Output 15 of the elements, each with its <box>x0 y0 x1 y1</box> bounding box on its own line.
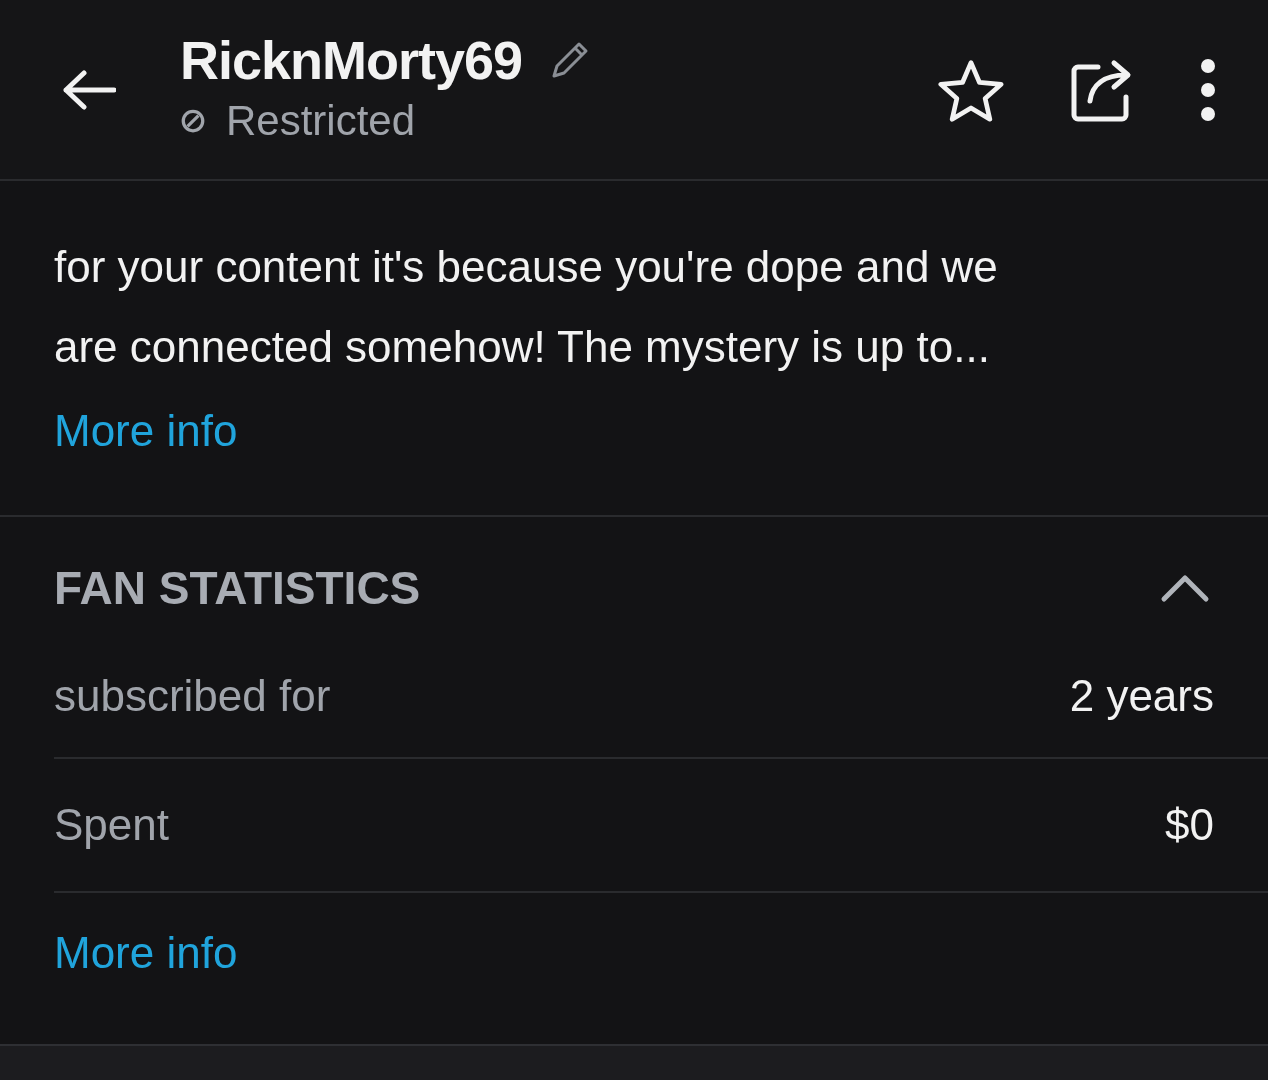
stat-label: subscribed for <box>54 671 331 721</box>
section-heading: FAN STATISTICS <box>54 561 421 615</box>
more-info-link[interactable]: More info <box>54 928 238 977</box>
more-info-link[interactable]: More info <box>54 391 238 471</box>
bio-text: for your content it's because you're dope and we <box>54 241 998 293</box>
blocked-icon <box>180 107 206 134</box>
status-text: Restricted <box>226 96 416 145</box>
more-options-icon[interactable] <box>1198 57 1218 122</box>
profile-name: RicknMorty69 <box>180 28 523 91</box>
chevron-icon[interactable] <box>1160 573 1210 603</box>
back-arrow-icon[interactable] <box>60 69 116 110</box>
stat-value: $0 <box>1165 800 1214 850</box>
stat-label: Spent <box>54 800 169 850</box>
stat-value: 2 years <box>1069 671 1214 721</box>
bio-text: are connected somehow! The mystery is up to... <box>54 321 990 373</box>
